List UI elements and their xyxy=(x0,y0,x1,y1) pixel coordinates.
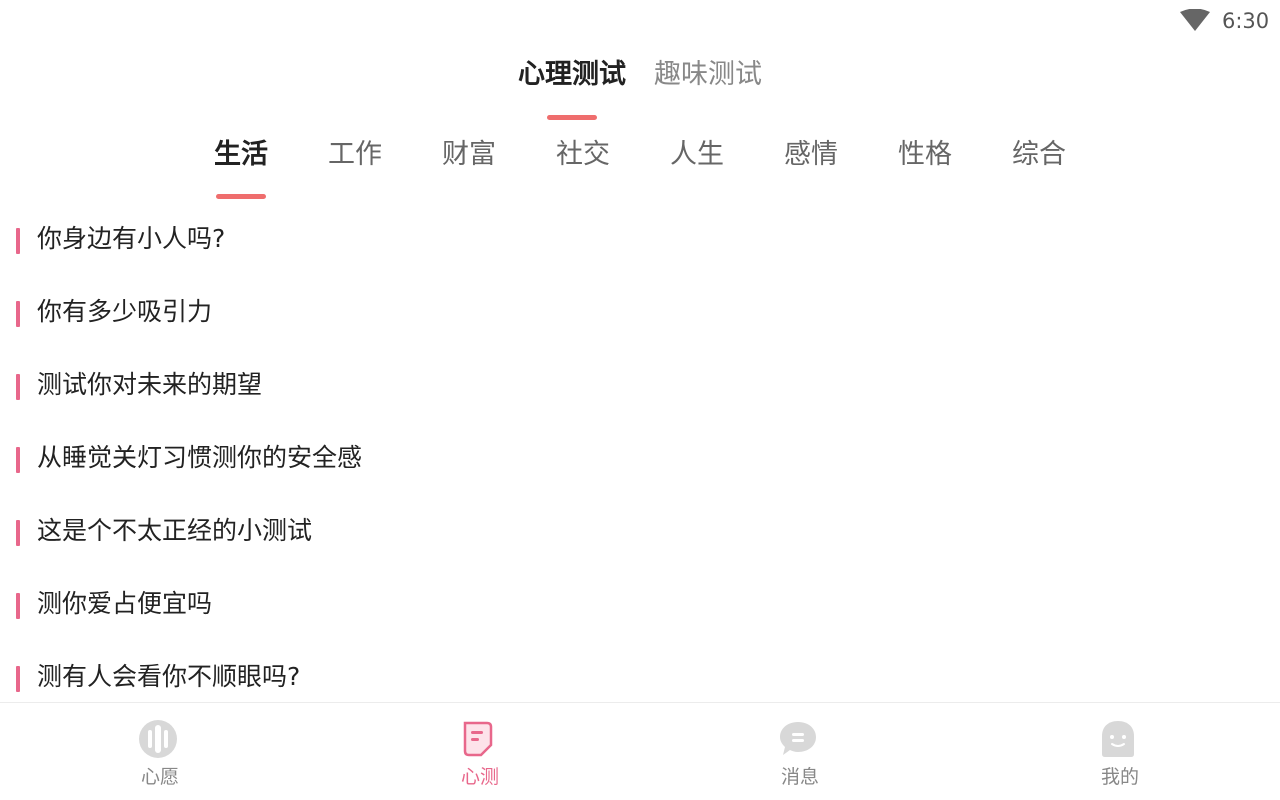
category-tab-emotion[interactable]: 感情 xyxy=(784,136,838,174)
status-time: 6:30 xyxy=(1222,9,1270,33)
list-item-title: 这是个不太正经的小测试 xyxy=(37,516,313,545)
category-tab-indicator xyxy=(216,194,266,199)
list-item[interactable]: 从睡觉关灯习惯测你的安全感 xyxy=(0,420,1280,493)
main-tabs: 心理测试 趣味测试 xyxy=(0,56,1280,120)
nav-label-wish: 心愿 xyxy=(140,766,179,788)
list-item[interactable]: 测试你对未来的期望 xyxy=(0,347,1280,420)
profile-icon xyxy=(1102,721,1134,757)
test-icon xyxy=(463,721,493,757)
nav-item-profile[interactable]: 我的 xyxy=(960,703,1280,800)
list-item-marker xyxy=(16,447,20,473)
list-item-marker xyxy=(16,228,20,254)
category-tab-general[interactable]: 综合 xyxy=(1012,136,1066,174)
list-item[interactable]: 你身边有小人吗? xyxy=(0,201,1280,274)
category-tab-work[interactable]: 工作 xyxy=(328,136,382,174)
list-item-title: 你身边有小人吗? xyxy=(37,224,226,253)
nav-label-message: 消息 xyxy=(780,766,819,788)
category-tab-life[interactable]: 生活 xyxy=(214,136,268,174)
wifi-icon xyxy=(1180,9,1210,31)
list-item[interactable]: 测有人会看你不顺眼吗? xyxy=(0,639,1280,701)
category-tabs: 生活 工作 财富 社交 人生 感情 性格 综合 xyxy=(0,136,1280,202)
category-tab-social[interactable]: 社交 xyxy=(556,136,610,174)
nav-item-test[interactable]: 心测 xyxy=(320,703,640,800)
status-bar: 6:30 xyxy=(0,0,1280,40)
nav-item-wish[interactable]: 心愿 xyxy=(0,703,320,800)
category-tab-personality[interactable]: 性格 xyxy=(898,136,952,174)
list-item-marker xyxy=(16,520,20,546)
nav-item-message[interactable]: 消息 xyxy=(640,703,960,800)
list-item-title: 测有人会看你不顺眼吗? xyxy=(37,662,301,691)
category-tab-life-path[interactable]: 人生 xyxy=(670,136,724,174)
list-item-marker xyxy=(16,666,20,692)
category-tab-wealth[interactable]: 财富 xyxy=(442,136,496,174)
list-item-marker xyxy=(16,593,20,619)
list-item[interactable]: 测你爱占便宜吗 xyxy=(0,566,1280,639)
test-list: 你身边有小人吗? 你有多少吸引力 测试你对未来的期望 从睡觉关灯习惯测你的安全感… xyxy=(0,201,1280,701)
list-item[interactable]: 你有多少吸引力 xyxy=(0,274,1280,347)
list-item[interactable]: 这是个不太正经的小测试 xyxy=(0,493,1280,566)
list-item-title: 测试你对未来的期望 xyxy=(37,370,263,399)
main-tab-indicator xyxy=(547,115,597,120)
message-icon xyxy=(780,722,816,755)
list-item-marker xyxy=(16,301,20,327)
list-item-title: 测你爱占便宜吗 xyxy=(37,589,213,618)
list-item-title: 你有多少吸引力 xyxy=(37,297,213,326)
wish-icon xyxy=(139,720,177,758)
app-root: 6:30 心理测试 趣味测试 生活 工作 财富 社交 人生 感情 性格 综合 你… xyxy=(0,0,1280,800)
tab-psychology-test[interactable]: 心理测试 xyxy=(518,56,626,94)
bottom-nav: 心愿 心测 消息 我的 xyxy=(0,702,1280,800)
nav-label-profile: 我的 xyxy=(1100,766,1139,788)
list-item-marker xyxy=(16,374,20,400)
nav-label-test: 心测 xyxy=(460,766,499,788)
tab-fun-test[interactable]: 趣味测试 xyxy=(654,56,762,94)
list-item-title: 从睡觉关灯习惯测你的安全感 xyxy=(37,443,363,472)
